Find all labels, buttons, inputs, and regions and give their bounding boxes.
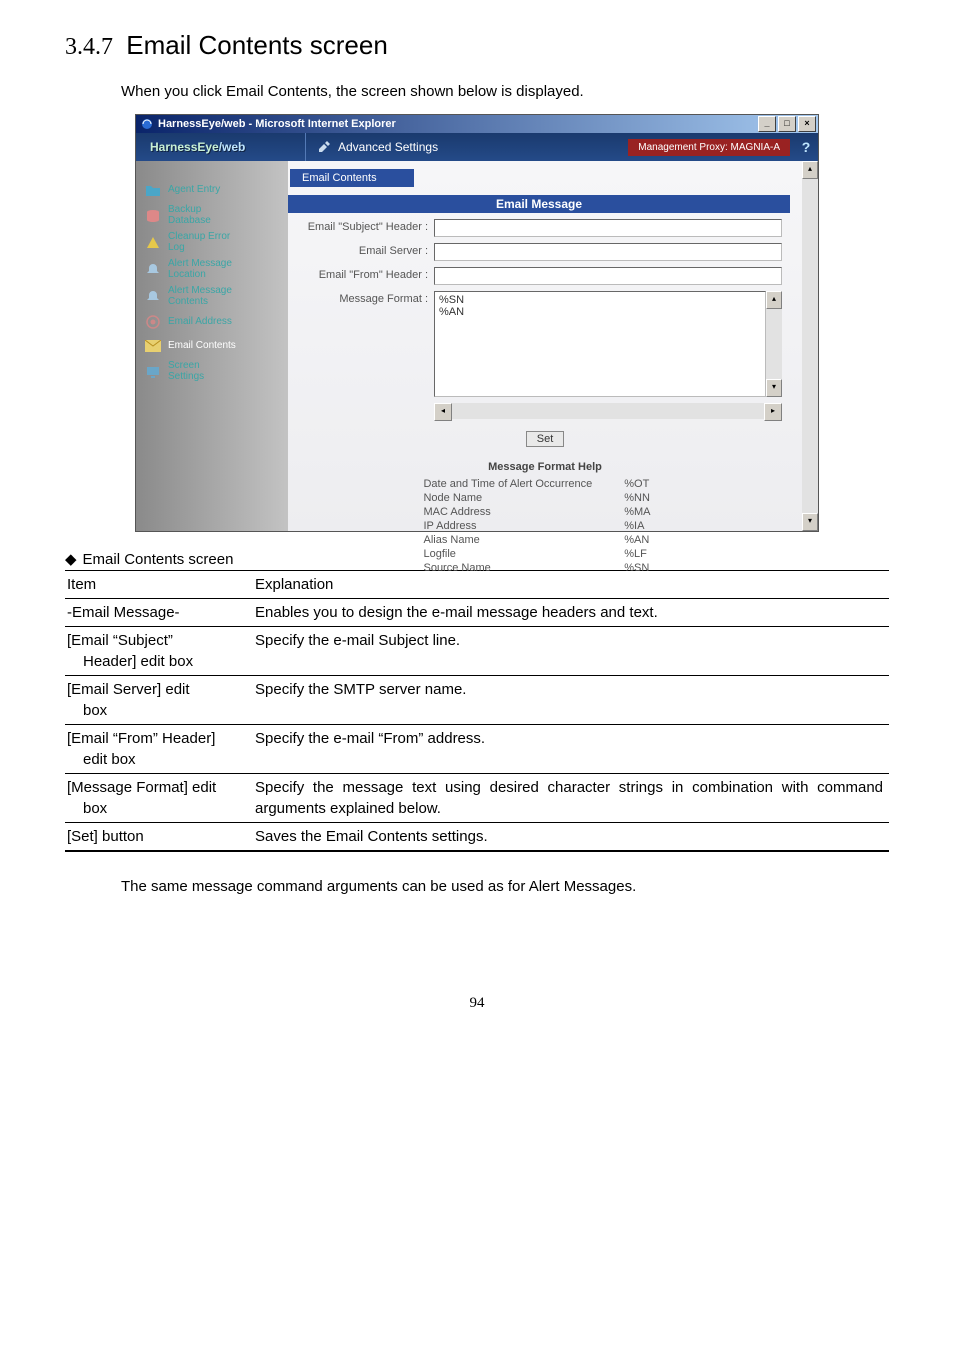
from-header-input[interactable] <box>434 267 782 285</box>
ie-window: HarnessEye/web - Microsoft Internet Expl… <box>135 114 819 532</box>
email-contents-items-table: Item Explanation -Email Message- Enables… <box>65 570 889 852</box>
textarea-scrollbar-vertical[interactable]: ▴ ▾ <box>766 291 782 397</box>
table-row: -Email Message- Enables you to design th… <box>65 599 889 627</box>
table-row: Logfile%LF <box>415 547 674 561</box>
brand-logo: HarnessEye/web <box>136 140 305 154</box>
email-contents-chip: Email Contents <box>290 169 414 187</box>
subject-header-label: Email "Subject" Header : <box>298 219 434 233</box>
scroll-up-icon[interactable]: ▴ <box>766 291 782 309</box>
app-header: HarnessEye/web Advanced Settings Managem… <box>136 133 818 161</box>
envelope-icon <box>144 337 162 355</box>
monitor-icon <box>144 363 162 381</box>
table-row: IP Address%IA <box>415 519 674 533</box>
footer-note: The same message command arguments can b… <box>121 878 889 895</box>
sidebar-item-alert-message-location[interactable]: Alert Message Location <box>136 257 288 282</box>
email-message-banner: Email Message <box>288 195 790 213</box>
table-row: [Email Server] editbox Specify the SMTP … <box>65 676 889 725</box>
textarea-scrollbar-horizontal[interactable]: ◂ ▸ <box>434 403 782 419</box>
table-row: Source Name%SN <box>415 561 674 575</box>
main-content: Email Contents Email Message Email "Subj… <box>288 161 802 531</box>
table-row: [Email “Subject”Header] edit box Specify… <box>65 627 889 676</box>
scroll-right-icon[interactable]: ▸ <box>764 403 782 421</box>
message-format-textarea[interactable]: %SN %AN <box>434 291 766 397</box>
table-row: [Email “From” Header]edit box Specify th… <box>65 725 889 774</box>
page-number: 94 <box>65 995 889 1012</box>
scroll-down-icon[interactable]: ▾ <box>766 379 782 397</box>
scroll-down-icon[interactable]: ▾ <box>802 513 818 531</box>
bell-icon <box>144 288 162 306</box>
intro-text: When you click Email Contents, the scree… <box>121 83 889 100</box>
table-row: [Message Format] editbox Specify the mes… <box>65 774 889 823</box>
email-server-input[interactable] <box>434 243 782 261</box>
minimize-button[interactable]: _ <box>758 116 776 132</box>
message-format-help-table: Date and Time of Alert Occurrence%OT Nod… <box>415 477 674 575</box>
section-title: Email Contents screen <box>126 30 388 60</box>
table-row: Alias Name%AN <box>415 533 674 547</box>
message-format-help-title: Message Format Help <box>288 461 802 473</box>
window-titlebar: HarnessEye/web - Microsoft Internet Expl… <box>136 115 818 133</box>
warning-icon <box>144 234 162 252</box>
sidebar-item-screen-settings[interactable]: Screen Settings <box>136 359 288 384</box>
table-row: Date and Time of Alert Occurrence%OT <box>415 477 674 491</box>
email-server-label: Email Server : <box>298 243 434 257</box>
advanced-settings-label: Advanced Settings <box>338 140 438 154</box>
window-title: HarnessEye/web - Microsoft Internet Expl… <box>158 118 396 130</box>
table-row: Node Name%NN <box>415 491 674 505</box>
table-row: MAC Address%MA <box>415 505 674 519</box>
bell-icon <box>144 261 162 279</box>
ie-icon <box>140 117 154 131</box>
wrench-icon <box>318 139 332 156</box>
folder-icon <box>144 181 162 199</box>
database-icon <box>144 207 162 225</box>
sidebar: Agent Entry Backup Database Cleanup Erro… <box>136 161 288 531</box>
sidebar-item-cleanup-error-log[interactable]: Cleanup Error Log <box>136 230 288 255</box>
section-number: 3.4.7 <box>65 34 113 60</box>
set-button[interactable]: Set <box>526 431 565 447</box>
from-header-label: Email "From" Header : <box>298 267 434 281</box>
sidebar-item-alert-message-contents[interactable]: Alert Message Contents <box>136 284 288 309</box>
at-icon <box>144 313 162 331</box>
screenshot: HarnessEye/web - Microsoft Internet Expl… <box>135 114 889 532</box>
scroll-up-icon[interactable]: ▴ <box>802 161 818 179</box>
sidebar-item-email-address[interactable]: Email Address <box>136 311 288 333</box>
advanced-settings-tab[interactable]: Advanced Settings <box>305 133 450 161</box>
sidebar-item-agent-entry[interactable]: Agent Entry <box>136 179 288 201</box>
maximize-button[interactable]: □ <box>778 116 796 132</box>
management-proxy-badge: Management Proxy: MAGNIA-A <box>628 139 790 156</box>
sidebar-item-backup-database[interactable]: Backup Database <box>136 203 288 228</box>
table-row: [Set] button Saves the Email Contents se… <box>65 823 889 852</box>
help-icon[interactable]: ? <box>794 139 818 155</box>
message-format-label: Message Format : <box>298 291 434 305</box>
sidebar-item-email-contents[interactable]: Email Contents <box>136 335 288 357</box>
close-button[interactable]: × <box>798 116 816 132</box>
col-item: Item <box>65 571 253 599</box>
section-heading: 3.4.7 Email Contents screen <box>65 30 889 61</box>
scroll-left-icon[interactable]: ◂ <box>434 403 452 421</box>
page-scrollbar-vertical[interactable]: ▴ ▾ <box>802 161 818 531</box>
subject-header-input[interactable] <box>434 219 782 237</box>
